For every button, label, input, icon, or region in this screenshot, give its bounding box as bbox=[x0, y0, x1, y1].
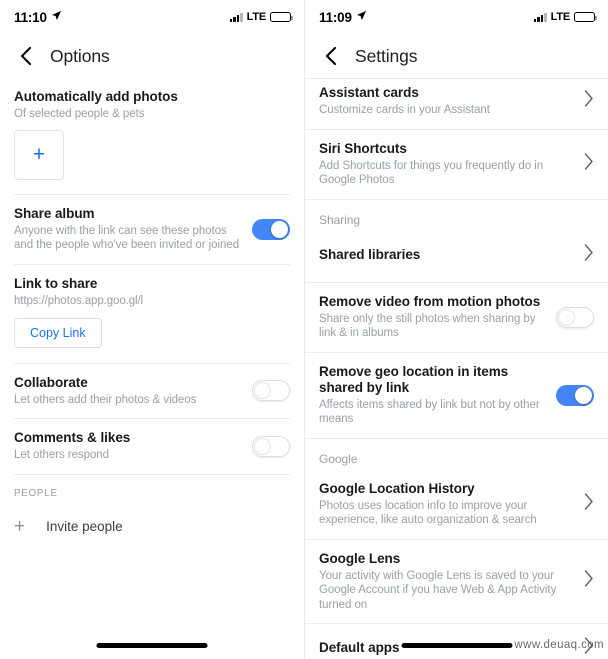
plus-icon: + bbox=[32, 143, 46, 166]
comments-likes-subtitle: Let others respond bbox=[14, 449, 109, 461]
google-lens-title: Google Lens bbox=[319, 550, 401, 566]
status-right-group: LTE bbox=[229, 11, 293, 23]
status-left-group: 11:10 bbox=[14, 8, 62, 26]
location-arrow-icon bbox=[51, 8, 62, 26]
google-lens-row[interactable]: Google Lens Your activity with Google Le… bbox=[305, 539, 608, 623]
options-content: Automatically add photos Of selected peo… bbox=[0, 78, 304, 549]
status-left-group: 11:09 bbox=[319, 8, 367, 26]
location-arrow-icon bbox=[356, 8, 367, 26]
siri-shortcuts-row[interactable]: Siri Shortcuts Add Shortcuts for things … bbox=[305, 129, 608, 199]
chevron-right-icon bbox=[584, 493, 594, 515]
google-group-label: Google bbox=[305, 438, 608, 477]
collaborate-text: Collaborate Let others add their photos … bbox=[14, 375, 242, 408]
remove-geo-location-text: Remove geo location in items shared by l… bbox=[319, 364, 546, 427]
comments-likes-toggle[interactable] bbox=[252, 435, 290, 457]
invite-people-label: Invite people bbox=[46, 518, 123, 534]
share-album-subtitle: Anyone with the link can see these photo… bbox=[14, 224, 240, 252]
phone-screen-settings: 11:09 LTE Settings Assistant cards Custo… bbox=[304, 0, 608, 659]
remove-video-toggle[interactable] bbox=[556, 306, 594, 328]
copy-link-button[interactable]: Copy Link bbox=[14, 317, 102, 348]
google-location-history-subtitle: Photos uses location info to improve you… bbox=[319, 499, 537, 527]
phone-screen-options: 11:10 LTE Options Automatically add phot… bbox=[0, 0, 304, 659]
share-album-toggle[interactable] bbox=[252, 218, 290, 240]
share-link-url: https://photos.app.goo.gl/l bbox=[14, 294, 144, 307]
auto-add-subtitle: Of selected people & pets bbox=[14, 108, 145, 120]
chevron-right-icon bbox=[584, 90, 594, 112]
share-album-row[interactable]: Share album Anyone with the link can see… bbox=[0, 194, 304, 264]
assistant-cards-subtitle: Customize cards in your Assistant bbox=[319, 104, 490, 116]
google-lens-subtitle: Your activity with Google Lens is saved … bbox=[319, 569, 557, 611]
assistant-cards-row[interactable]: Assistant cards Customize cards in your … bbox=[305, 79, 608, 129]
chevron-right-icon bbox=[584, 243, 594, 266]
carrier-label: LTE bbox=[550, 11, 571, 23]
automatically-add-photos-section: Automatically add photos Of selected peo… bbox=[0, 78, 304, 122]
dual-phone-screenshot: 11:10 LTE Options Automatically add phot… bbox=[0, 0, 608, 659]
chevron-right-icon bbox=[584, 570, 594, 592]
remove-geo-location-subtitle: Affects items shared by link but not by … bbox=[319, 398, 540, 426]
sharing-group-label: Sharing bbox=[305, 199, 608, 238]
remove-video-subtitle: Share only the still photos when sharing… bbox=[319, 312, 536, 340]
link-to-share-section: Link to share https://photos.app.goo.gl/… bbox=[0, 264, 304, 307]
remove-video-row[interactable]: Remove video from motion photos Share on… bbox=[305, 282, 608, 352]
remove-geo-location-toggle[interactable] bbox=[556, 384, 594, 406]
remove-video-text: Remove video from motion photos Share on… bbox=[319, 294, 546, 341]
link-to-share-title: Link to share bbox=[14, 275, 98, 291]
collaborate-subtitle: Let others add their photos & videos bbox=[14, 393, 197, 406]
add-people-button[interactable]: + bbox=[14, 129, 64, 180]
auto-add-title: Automatically add photos bbox=[14, 89, 178, 104]
nav-bar-settings: Settings bbox=[305, 34, 608, 78]
plus-icon: + bbox=[14, 515, 26, 537]
invite-people-row[interactable]: + Invite people bbox=[0, 504, 304, 549]
collaborate-title: Collaborate bbox=[14, 374, 88, 390]
comments-likes-row[interactable]: Comments & likes Let others respond bbox=[0, 419, 304, 474]
comments-likes-text: Comments & likes Let others respond bbox=[14, 430, 242, 463]
signal-bars-icon bbox=[229, 12, 243, 22]
share-album-text: Share album Anyone with the link can see… bbox=[14, 206, 242, 253]
remove-geo-location-title: Remove geo location in items shared by l… bbox=[319, 363, 509, 395]
siri-shortcuts-text: Siri Shortcuts Add Shortcuts for things … bbox=[319, 141, 568, 188]
chevron-right-icon bbox=[584, 153, 594, 175]
settings-content: Assistant cards Customize cards in your … bbox=[305, 79, 608, 659]
shared-libraries-title: Shared libraries bbox=[319, 246, 421, 262]
chevron-left-icon[interactable] bbox=[14, 45, 36, 67]
shared-libraries-row[interactable]: Shared libraries bbox=[305, 237, 608, 282]
assistant-cards-title: Assistant cards bbox=[319, 85, 419, 100]
home-indicator bbox=[401, 643, 512, 648]
battery-icon bbox=[574, 11, 597, 23]
siri-shortcuts-title: Siri Shortcuts bbox=[319, 140, 407, 156]
status-right-group: LTE bbox=[533, 11, 597, 23]
status-time: 11:09 bbox=[319, 9, 352, 25]
share-album-title: Share album bbox=[14, 205, 95, 221]
remove-geo-location-row[interactable]: Remove geo location in items shared by l… bbox=[305, 352, 608, 438]
people-section-label: PEOPLE bbox=[14, 487, 58, 499]
comments-likes-title: Comments & likes bbox=[14, 430, 131, 445]
google-lens-text: Google Lens Your activity with Google Le… bbox=[319, 551, 568, 613]
google-location-history-title: Google Location History bbox=[319, 480, 475, 496]
signal-bars-icon bbox=[533, 12, 547, 22]
google-location-history-text: Google Location History Photos uses loca… bbox=[319, 481, 568, 528]
home-indicator bbox=[96, 643, 208, 648]
status-bar-left: 11:10 LTE bbox=[0, 0, 304, 34]
collaborate-toggle[interactable] bbox=[252, 380, 290, 402]
nav-bar-options: Options bbox=[0, 34, 304, 78]
google-location-history-row[interactable]: Google Location History Photos uses loca… bbox=[305, 476, 608, 539]
remove-video-title: Remove video from motion photos bbox=[319, 293, 541, 309]
page-title: Settings bbox=[355, 45, 418, 66]
assistant-cards-text: Assistant cards Customize cards in your … bbox=[319, 85, 568, 118]
collaborate-row[interactable]: Collaborate Let others add their photos … bbox=[0, 363, 304, 418]
battery-icon bbox=[270, 11, 293, 23]
page-title: Options bbox=[50, 45, 110, 66]
siri-shortcuts-subtitle: Add Shortcuts for things you frequently … bbox=[319, 159, 544, 187]
status-time: 11:10 bbox=[14, 9, 47, 25]
chevron-left-icon[interactable] bbox=[319, 45, 341, 67]
shared-libraries-text: Shared libraries bbox=[319, 247, 568, 263]
watermark: www.deuaq.com bbox=[514, 639, 604, 651]
status-bar-right: 11:09 LTE bbox=[305, 0, 608, 34]
carrier-label: LTE bbox=[246, 11, 267, 23]
